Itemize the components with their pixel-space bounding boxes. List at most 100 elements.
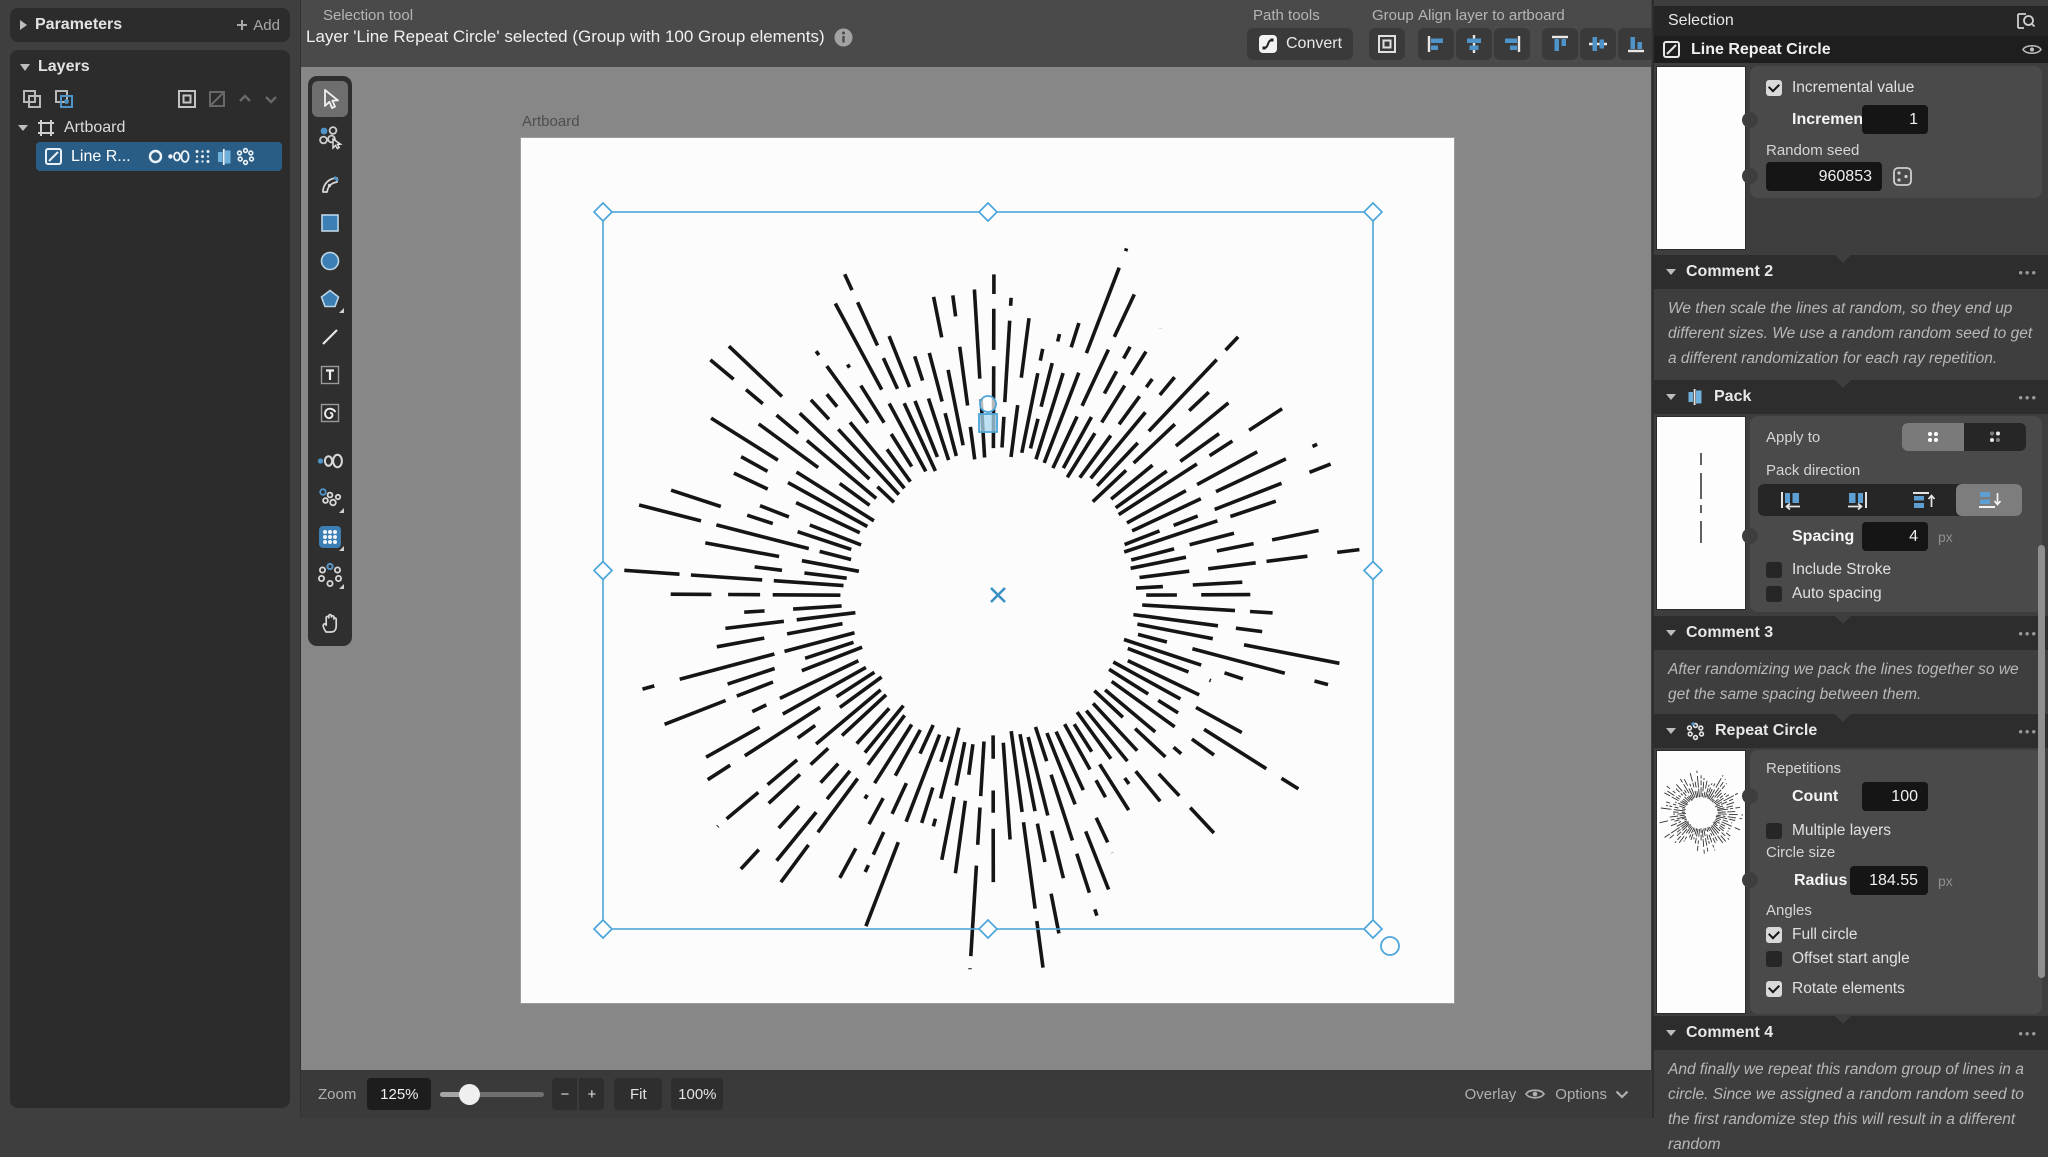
mask-layer-icon[interactable]	[206, 88, 228, 110]
parameter-socket[interactable]	[1742, 788, 1758, 804]
incremental-value-checkbox[interactable]: Incremental value	[1766, 79, 1914, 97]
collapse-arrow-icon[interactable]	[20, 20, 27, 30]
comment3-header[interactable]: Comment 3 •••	[1654, 616, 2048, 650]
comment2-header[interactable]: Comment 2 •••	[1654, 255, 2048, 289]
tool-pen[interactable]	[312, 167, 348, 203]
apply-to-each-button[interactable]	[1964, 423, 2026, 451]
repeat-circle-header[interactable]: Repeat Circle •••	[1654, 714, 2048, 748]
tool-circle-repeat[interactable]	[312, 557, 348, 593]
menu-dots-icon[interactable]: •••	[2018, 724, 2038, 739]
overlay-eye-icon[interactable]	[1525, 1087, 1545, 1101]
offset-start-angle-checkbox[interactable]: Offset start angle	[1766, 950, 1910, 968]
pack-thumbnail[interactable]	[1656, 416, 1746, 610]
convert-button[interactable]: Convert	[1247, 28, 1353, 60]
tool-select[interactable]	[312, 81, 348, 117]
move-layer-down-icon[interactable]	[262, 90, 280, 108]
inspector-layer-row[interactable]: Line Repeat Circle	[1654, 36, 2048, 63]
add-parameter-button[interactable]: Add	[236, 17, 280, 34]
random-seed-field[interactable]: 960853	[1766, 162, 1882, 191]
collapse-arrow-icon[interactable]	[1666, 394, 1676, 400]
tool-grid-repeat[interactable]	[312, 519, 348, 555]
pack-left-button[interactable]	[1758, 484, 1824, 516]
group-button[interactable]	[1369, 28, 1405, 60]
zoom-fit-button[interactable]: Fit	[614, 1078, 662, 1110]
rotate-handle[interactable]	[1381, 937, 1399, 955]
parameter-socket[interactable]	[1742, 168, 1758, 184]
dice-icon[interactable]	[1892, 166, 1913, 187]
tool-line[interactable]	[312, 319, 348, 355]
zoom-slider[interactable]	[440, 1078, 544, 1110]
layer-tree-row-line-repeat-circle[interactable]: Line R...	[36, 142, 282, 171]
new-group-layer-icon[interactable]	[52, 87, 76, 111]
pack-right-button[interactable]	[1824, 484, 1890, 516]
tool-hand[interactable]	[312, 605, 348, 641]
parameter-socket[interactable]	[1742, 112, 1758, 128]
align-center-horizontal-button[interactable]	[1456, 28, 1492, 60]
tool-scatter[interactable]	[312, 481, 348, 517]
tool-polygon[interactable]	[312, 281, 348, 317]
zoom-in-button[interactable]: +	[579, 1078, 604, 1110]
checkbox-checked-icon[interactable]	[1766, 80, 1782, 96]
inspector-scrollbar[interactable]	[2038, 545, 2045, 978]
new-layer-icon[interactable]	[20, 87, 44, 111]
selection-bounding-box[interactable]	[603, 212, 1373, 929]
info-icon[interactable]	[834, 28, 853, 47]
collapse-arrow-icon[interactable]	[1666, 630, 1676, 636]
zoom-value-field[interactable]: 125%	[367, 1078, 431, 1110]
tool-ellipse[interactable]	[312, 243, 348, 279]
menu-dots-icon[interactable]: •••	[2018, 390, 2038, 405]
align-middle-vertical-button[interactable]	[1580, 28, 1616, 60]
chevron-down-icon[interactable]	[1615, 1090, 1629, 1099]
apply-to-all-button[interactable]	[1902, 423, 1964, 451]
viewport[interactable]: Artboard	[301, 67, 1651, 1070]
auto-spacing-checkbox[interactable]: Auto spacing	[1766, 585, 1882, 603]
collapse-arrow-icon[interactable]	[1666, 1030, 1676, 1036]
radius-field[interactable]: 184.55	[1850, 866, 1928, 895]
options-label[interactable]: Options	[1555, 1086, 1607, 1103]
align-left-button[interactable]	[1418, 28, 1454, 60]
tool-blend[interactable]	[312, 443, 348, 479]
transform-origin-marker[interactable]	[979, 396, 997, 432]
multiple-layers-checkbox[interactable]: Multiple layers	[1766, 822, 1891, 840]
randomize-thumbnail[interactable]	[1656, 66, 1746, 250]
selection-handles[interactable]	[594, 203, 1382, 938]
inspect-layer-icon[interactable]	[2014, 10, 2036, 32]
include-stroke-checkbox[interactable]: Include Stroke	[1766, 561, 1891, 579]
move-layer-up-icon[interactable]	[236, 90, 254, 108]
collapse-arrow-icon[interactable]	[1666, 269, 1676, 275]
increment-field[interactable]: 1	[1862, 105, 1928, 134]
zoom-slider-handle[interactable]	[459, 1084, 480, 1105]
align-top-button[interactable]	[1542, 28, 1578, 60]
parameter-socket[interactable]	[1742, 872, 1758, 888]
collapse-arrow-icon[interactable]	[1666, 728, 1676, 734]
zoom-100-button[interactable]: 100%	[671, 1078, 723, 1110]
pack-up-button[interactable]	[1890, 484, 1956, 516]
align-bottom-button[interactable]	[1618, 28, 1654, 60]
menu-dots-icon[interactable]: •••	[2018, 1026, 2038, 1041]
comment4-header[interactable]: Comment 4 •••	[1654, 1016, 2048, 1050]
checkbox-checked-icon[interactable]	[1766, 927, 1782, 943]
menu-dots-icon[interactable]: •••	[2018, 265, 2038, 280]
checkbox-unchecked-icon[interactable]	[1766, 823, 1782, 839]
count-field[interactable]: 100	[1862, 782, 1928, 811]
checkbox-unchecked-icon[interactable]	[1766, 562, 1782, 578]
tool-rectangle[interactable]	[312, 205, 348, 241]
parameter-socket[interactable]	[1742, 528, 1758, 544]
tool-text[interactable]	[312, 357, 348, 393]
spacing-field[interactable]: 4	[1862, 522, 1928, 551]
checkbox-checked-icon[interactable]	[1766, 981, 1782, 997]
menu-dots-icon[interactable]: •••	[2018, 626, 2038, 641]
collapse-arrow-icon[interactable]	[20, 64, 30, 71]
checkbox-unchecked-icon[interactable]	[1766, 586, 1782, 602]
pack-down-button[interactable]	[1956, 484, 2022, 516]
full-circle-checkbox[interactable]: Full circle	[1766, 926, 1857, 944]
layer-tree-row-artboard[interactable]: Artboard	[10, 114, 290, 142]
pack-header[interactable]: Pack •••	[1654, 380, 2048, 414]
group-layers-icon[interactable]	[176, 88, 198, 110]
expand-arrow-icon[interactable]	[18, 125, 28, 131]
tool-node-select[interactable]	[312, 119, 348, 155]
repeat-circle-thumbnail[interactable]	[1656, 750, 1746, 1014]
zoom-out-button[interactable]: −	[552, 1078, 577, 1110]
align-right-button[interactable]	[1494, 28, 1530, 60]
layer-visibility-eye-icon[interactable]	[2022, 43, 2042, 56]
